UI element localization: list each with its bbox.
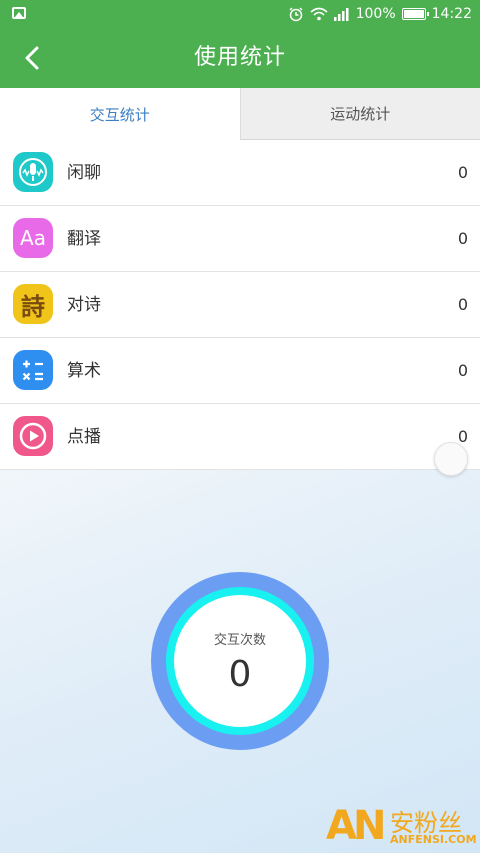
item-count: 0 — [457, 163, 468, 182]
watermark-domain: ANFENSI.COM — [390, 833, 477, 846]
play-icon — [13, 416, 53, 456]
translate-icon: Aa — [13, 218, 53, 258]
gallery-icon — [12, 7, 26, 19]
summary-value: 0 — [228, 654, 252, 695]
signal-icon — [333, 7, 349, 21]
tab-bar: 交互统计 运动统计 — [0, 88, 480, 140]
tab-exercise-stats[interactable]: 运动统计 — [239, 88, 480, 140]
list-item-poem[interactable]: 詩 对诗 0 — [0, 272, 480, 338]
interaction-count-ring: 交互次数 0 — [151, 572, 329, 750]
watermark: AN 安粉丝 ANFENSI.COM — [326, 801, 477, 851]
calculator-icon — [13, 350, 53, 390]
page-title: 使用统计 — [193, 45, 286, 70]
item-label: 翻译 — [67, 229, 101, 249]
summary-caption: 交互次数 — [213, 633, 266, 648]
item-count: 0 — [457, 295, 468, 314]
status-bar: 100% 14:22 — [0, 0, 480, 28]
wifi-icon — [310, 7, 328, 21]
item-label: 点播 — [67, 427, 101, 447]
alarm-icon — [289, 7, 303, 22]
watermark-logo: AN — [326, 803, 386, 849]
ring-mid: 交互次数 0 — [166, 587, 314, 735]
floating-button[interactable] — [434, 442, 468, 476]
status-indicators: 100% 14:22 — [288, 4, 472, 24]
poem-icon: 詩 — [13, 284, 53, 324]
voice-icon — [13, 152, 53, 192]
item-count: 0 — [457, 361, 468, 380]
battery-icon — [401, 8, 429, 20]
app-bar: 使用统计 — [0, 28, 480, 88]
ring-center: 交互次数 0 — [174, 595, 306, 727]
list-item-arithmetic[interactable]: 算术 0 — [0, 338, 480, 404]
tab-interaction-stats[interactable]: 交互统计 — [0, 88, 240, 140]
item-label: 算术 — [67, 361, 101, 381]
list-item-chat[interactable]: 闲聊 0 — [0, 140, 480, 206]
battery-percent: 100% — [355, 6, 396, 22]
item-label: 对诗 — [67, 295, 101, 315]
stats-list: 闲聊 0 Aa 翻译 0 詩 对诗 0 算术 0 点播 0 — [0, 140, 480, 470]
clock: 14:22 — [431, 6, 472, 22]
item-count: 0 — [457, 229, 468, 248]
list-item-on-demand[interactable]: 点播 0 — [0, 404, 480, 470]
list-item-translate[interactable]: Aa 翻译 0 — [0, 206, 480, 272]
item-label: 闲聊 — [67, 163, 101, 183]
